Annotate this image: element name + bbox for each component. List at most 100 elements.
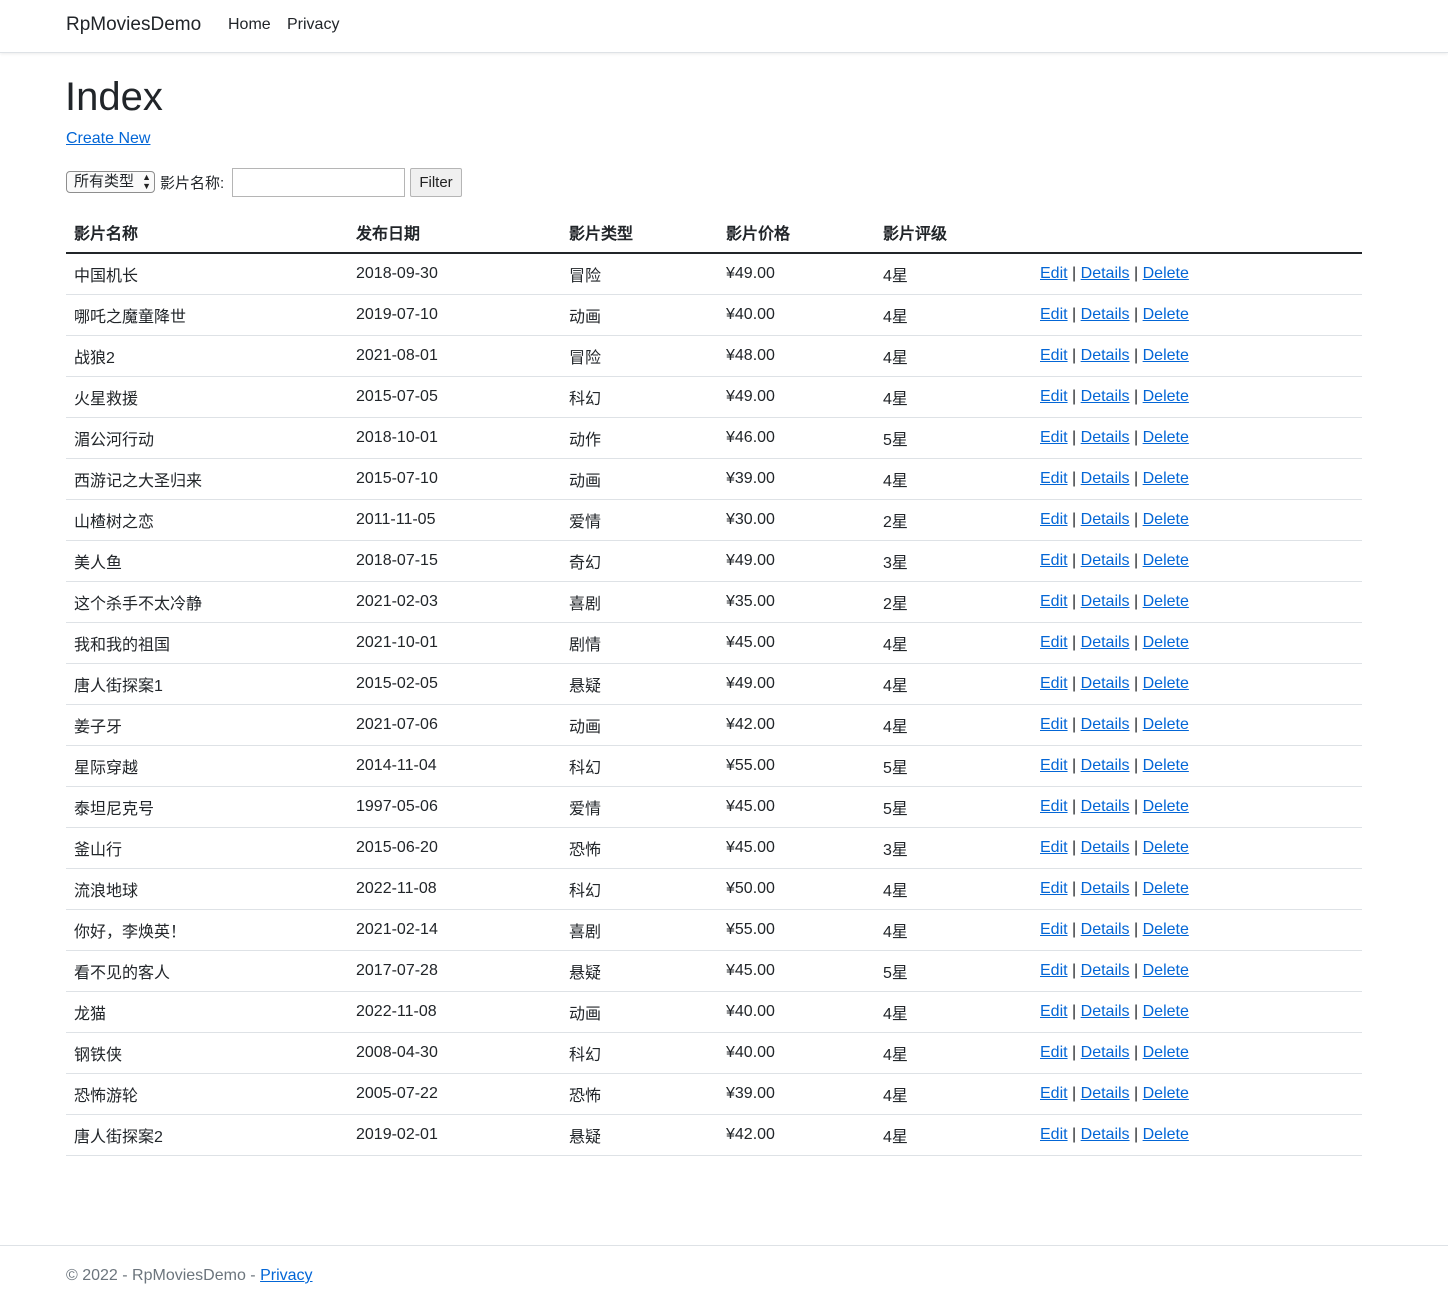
edit-link[interactable]: Edit xyxy=(1040,962,1068,979)
details-link[interactable]: Details xyxy=(1081,470,1130,487)
delete-link[interactable]: Delete xyxy=(1143,470,1189,487)
delete-link[interactable]: Delete xyxy=(1143,388,1189,405)
cell-movie-type: 喜剧 xyxy=(561,909,718,951)
edit-link[interactable]: Edit xyxy=(1040,552,1068,569)
edit-link[interactable]: Edit xyxy=(1040,880,1068,897)
details-link[interactable]: Details xyxy=(1081,921,1130,938)
edit-link[interactable]: Edit xyxy=(1040,921,1068,938)
edit-link[interactable]: Edit xyxy=(1040,1044,1068,1061)
delete-link[interactable]: Delete xyxy=(1143,1044,1189,1061)
delete-link[interactable]: Delete xyxy=(1143,1085,1189,1102)
delete-link[interactable]: Delete xyxy=(1143,593,1189,610)
edit-link[interactable]: Edit xyxy=(1040,798,1068,815)
delete-link[interactable]: Delete xyxy=(1143,265,1189,282)
nav-privacy-link[interactable]: Privacy xyxy=(287,16,339,34)
cell-movie-type: 动画 xyxy=(561,704,718,746)
cell-movie-rating: 5星 xyxy=(875,950,1032,992)
cell-release-date: 2017-07-28 xyxy=(348,950,561,992)
delete-link[interactable]: Delete xyxy=(1143,552,1189,569)
cell-actions: Edit | Details | Delete xyxy=(1032,1032,1362,1074)
edit-link[interactable]: Edit xyxy=(1040,511,1068,528)
details-link[interactable]: Details xyxy=(1081,593,1130,610)
details-link[interactable]: Details xyxy=(1081,880,1130,897)
edit-link[interactable]: Edit xyxy=(1040,265,1068,282)
action-separator: | xyxy=(1072,715,1077,733)
cell-movie-name: 泰坦尼克号 xyxy=(66,786,348,828)
edit-link[interactable]: Edit xyxy=(1040,1085,1068,1102)
details-link[interactable]: Details xyxy=(1081,1085,1130,1102)
delete-link[interactable]: Delete xyxy=(1143,839,1189,856)
details-link[interactable]: Details xyxy=(1081,1126,1130,1143)
edit-link[interactable]: Edit xyxy=(1040,306,1068,323)
delete-link[interactable]: Delete xyxy=(1143,921,1189,938)
delete-link[interactable]: Delete xyxy=(1143,962,1189,979)
nav-home-link[interactable]: Home xyxy=(228,16,271,34)
delete-link[interactable]: Delete xyxy=(1143,798,1189,815)
details-link[interactable]: Details xyxy=(1081,962,1130,979)
details-link[interactable]: Details xyxy=(1081,511,1130,528)
details-link[interactable]: Details xyxy=(1081,757,1130,774)
details-link[interactable]: Details xyxy=(1081,265,1130,282)
details-link[interactable]: Details xyxy=(1081,1044,1130,1061)
delete-link[interactable]: Delete xyxy=(1143,716,1189,733)
cell-movie-type: 恐怖 xyxy=(561,827,718,869)
footer-privacy-link[interactable]: Privacy xyxy=(260,1267,312,1284)
details-link[interactable]: Details xyxy=(1081,552,1130,569)
edit-link[interactable]: Edit xyxy=(1040,1003,1068,1020)
cell-movie-price: ¥48.00 xyxy=(718,335,875,377)
delete-link[interactable]: Delete xyxy=(1143,757,1189,774)
details-link[interactable]: Details xyxy=(1081,1003,1130,1020)
edit-link[interactable]: Edit xyxy=(1040,716,1068,733)
cell-movie-type: 动画 xyxy=(561,991,718,1033)
edit-link[interactable]: Edit xyxy=(1040,839,1068,856)
details-link[interactable]: Details xyxy=(1081,306,1130,323)
cell-release-date: 2022-11-08 xyxy=(348,868,561,910)
cell-movie-type: 动画 xyxy=(561,294,718,336)
action-separator: | xyxy=(1134,264,1139,282)
table-row: 钢铁侠 2008-04-30 科幻 ¥40.00 4星 Edit | Details | … xyxy=(66,1032,1362,1074)
edit-link[interactable]: Edit xyxy=(1040,1126,1068,1143)
delete-link[interactable]: Delete xyxy=(1143,429,1189,446)
details-link[interactable]: Details xyxy=(1081,675,1130,692)
filter-button[interactable]: Filter xyxy=(410,168,462,197)
delete-link[interactable]: Delete xyxy=(1143,675,1189,692)
edit-link[interactable]: Edit xyxy=(1040,347,1068,364)
edit-link[interactable]: Edit xyxy=(1040,388,1068,405)
edit-link[interactable]: Edit xyxy=(1040,593,1068,610)
edit-link[interactable]: Edit xyxy=(1040,470,1068,487)
movie-type-select[interactable]: 所有类型 ▲ ▼ xyxy=(66,171,155,193)
delete-link[interactable]: Delete xyxy=(1143,1003,1189,1020)
action-separator: | xyxy=(1072,305,1077,323)
details-link[interactable]: Details xyxy=(1081,839,1130,856)
cell-actions: Edit | Details | Delete xyxy=(1032,909,1362,951)
delete-link[interactable]: Delete xyxy=(1143,347,1189,364)
cell-movie-rating: 4星 xyxy=(875,458,1032,500)
movie-name-input[interactable] xyxy=(232,168,405,197)
table-row: 你好，李焕英！ 2021-02-14 喜剧 ¥55.00 4星 Edit | Detail… xyxy=(66,909,1362,951)
cell-actions: Edit | Details | Delete xyxy=(1032,335,1362,377)
details-link[interactable]: Details xyxy=(1081,388,1130,405)
cell-movie-rating: 4星 xyxy=(875,622,1032,664)
delete-link[interactable]: Delete xyxy=(1143,634,1189,651)
table-header-row: 影片名称 发布日期 影片类型 影片价格 影片评级 xyxy=(66,212,1362,254)
delete-link[interactable]: Delete xyxy=(1143,1126,1189,1143)
details-link[interactable]: Details xyxy=(1081,634,1130,651)
delete-link[interactable]: Delete xyxy=(1143,511,1189,528)
details-link[interactable]: Details xyxy=(1081,429,1130,446)
cell-movie-name: 流浪地球 xyxy=(66,868,348,910)
create-new-link[interactable]: Create New xyxy=(66,130,150,148)
edit-link[interactable]: Edit xyxy=(1040,429,1068,446)
table-row: 我和我的祖国 2021-10-01 剧情 ¥45.00 4星 Edit | Details… xyxy=(66,622,1362,664)
action-separator: | xyxy=(1072,592,1077,610)
details-link[interactable]: Details xyxy=(1081,347,1130,364)
details-link[interactable]: Details xyxy=(1081,798,1130,815)
delete-link[interactable]: Delete xyxy=(1143,880,1189,897)
details-link[interactable]: Details xyxy=(1081,716,1130,733)
delete-link[interactable]: Delete xyxy=(1143,306,1189,323)
edit-link[interactable]: Edit xyxy=(1040,757,1068,774)
cell-movie-price: ¥45.00 xyxy=(718,950,875,992)
table-row: 西游记之大圣归来 2015-07-10 动画 ¥39.00 4星 Edit | Detai… xyxy=(66,458,1362,500)
edit-link[interactable]: Edit xyxy=(1040,634,1068,651)
brand-link[interactable]: RpMoviesDemo xyxy=(66,14,201,36)
edit-link[interactable]: Edit xyxy=(1040,675,1068,692)
